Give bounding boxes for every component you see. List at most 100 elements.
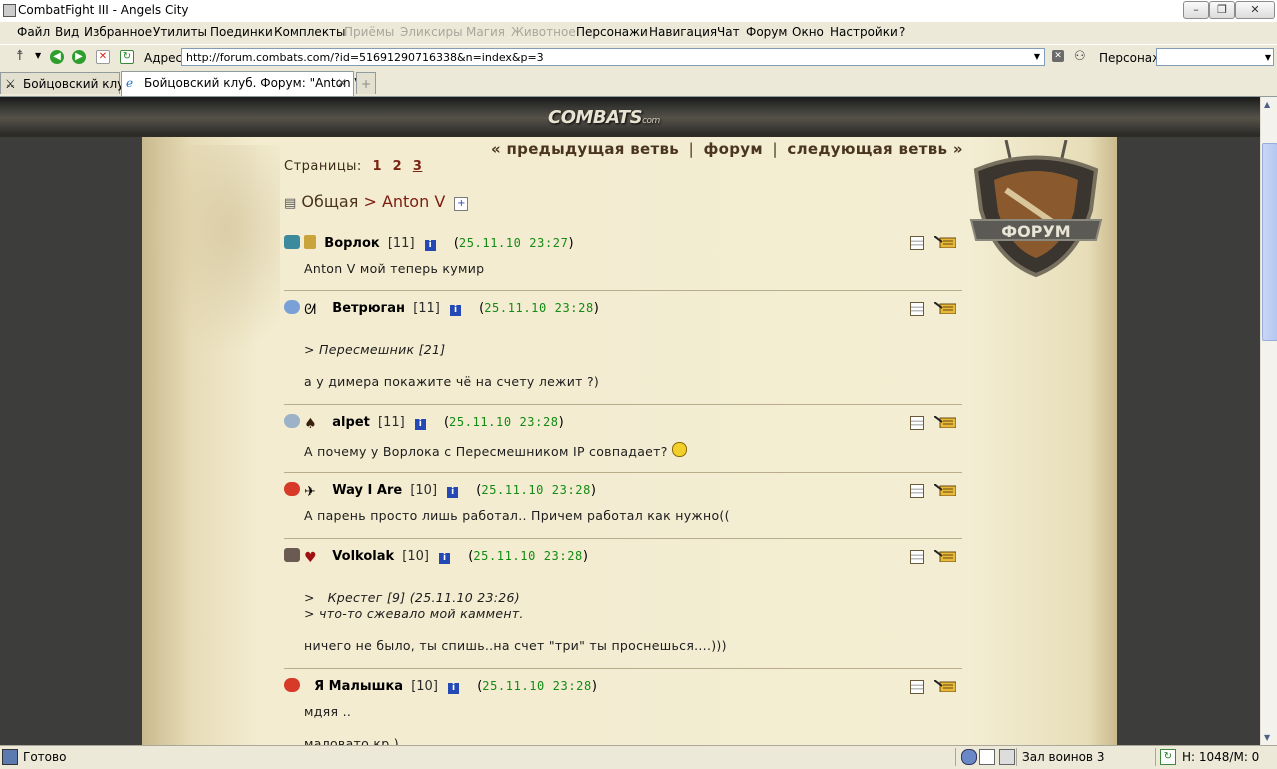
post-author[interactable]: Way I Are [332,483,402,498]
clock-icon[interactable] [961,749,977,765]
post-header: ✈ Way I Are [10] i (25.11.10 23:28) [284,482,596,502]
page-link-3[interactable]: 3 [413,159,423,174]
post-author[interactable]: Volkolak [332,549,394,564]
close-button[interactable]: ✕ [1235,1,1275,19]
info-icon[interactable]: i [448,683,460,694]
forum-post: ✈ Way I Are [10] i (25.11.10 23:28) А па… [284,482,962,539]
post-author[interactable]: Ворлок [324,236,379,251]
minimize-button[interactable]: – [1183,1,1209,19]
nav-separator: | [688,140,694,158]
reply-icon[interactable] [934,416,956,428]
post-author[interactable]: Я Малышка [314,679,403,694]
address-input[interactable] [181,48,1045,66]
stop-icon[interactable]: ✕ [96,50,110,64]
forum-emblem[interactable]: ФОРУМ [966,140,1106,278]
refresh-icon[interactable]: ↻ [120,50,134,64]
list-icon[interactable] [910,302,924,316]
forum-link[interactable]: форум [703,140,762,158]
info-icon[interactable]: i [447,487,459,498]
next-thread-link[interactable]: следующая ветвь » [787,140,962,158]
clear-icon[interactable]: ✕ [1052,50,1064,62]
post-author[interactable]: alpet [332,415,370,430]
list-icon[interactable] [910,236,924,250]
hooded-align-icon: ♠ [304,416,317,432]
reply-icon[interactable] [934,484,956,496]
persona-select[interactable]: ▼ [1156,48,1274,66]
page-link-1[interactable]: 1 [372,159,382,174]
vertical-scrollbar[interactable]: ▲ ▼ [1260,97,1277,745]
menu-techniques: Приёмы [344,25,395,39]
tab-combats-club[interactable]: ⚔ Бойцовский клуб [0,72,132,94]
menu-duels[interactable]: Поединки [210,25,273,39]
post-tools [910,484,960,500]
post-text: маловато кр ) [304,736,399,745]
info-icon[interactable]: i [424,240,436,251]
post-text: А парень просто лишь работал.. Причем ра… [304,508,730,523]
back-icon[interactable]: ◀ [50,50,64,64]
book-icon[interactable] [979,749,995,765]
pagination: Страницы: 1 2 3 [284,159,422,174]
gear-icon[interactable] [999,749,1015,765]
reply-icon[interactable] [934,550,956,562]
scroll-down-icon[interactable]: ▼ [1264,733,1270,742]
menu-forum[interactable]: Форум [746,25,787,39]
prev-thread-link[interactable]: « предыдущая ветвь [491,140,679,158]
list-icon[interactable] [910,680,924,694]
post-tools [910,302,960,318]
add-topic-icon[interactable]: + [454,197,469,211]
breadcrumb-section[interactable]: Общая [301,192,358,211]
list-icon[interactable] [910,416,924,430]
info-icon[interactable]: i [439,553,451,564]
reply-icon[interactable] [934,236,956,248]
post-author[interactable]: Ветрюган [332,301,405,316]
clan-icon [284,548,300,562]
info-icon[interactable]: i [450,305,462,316]
post-header: Я Малышка [10] i (25.11.10 23:28) [284,678,597,698]
menu-utilities[interactable]: Утилиты [153,25,207,39]
people-icon[interactable]: ⚇ [1074,50,1088,64]
menu-kits[interactable]: Комплекты [274,25,346,39]
post-date: (25.11.10 23:28) [479,301,599,316]
page-link-2[interactable]: 2 [393,159,403,174]
post-quote: > Крестег [9] (25.11.10 23:26) [304,590,520,605]
reply-icon[interactable] [934,302,956,314]
site-banner: COMBATScom [0,97,1260,137]
list-icon[interactable] [910,484,924,498]
align-icon [304,235,317,249]
breadcrumb: ▤ Общая > Anton V + [284,192,469,211]
menu-view[interactable]: Вид [55,25,79,39]
post-date: (25.11.10 23:28) [477,679,597,694]
menu-window[interactable]: Окно [792,25,824,39]
menu-favorites[interactable]: Избранное [84,25,152,39]
menu-characters[interactable]: Персонажи [576,25,648,39]
info-icon[interactable]: i [414,419,426,430]
list-icon[interactable] [910,550,924,564]
menu-magic: Магия [466,25,506,39]
menu-file[interactable]: Файл [17,25,50,39]
crossed-swords-icon: ⚔ [5,77,16,91]
maximize-button[interactable]: ❐ [1209,1,1235,19]
post-date: (25.11.10 23:27) [453,236,574,251]
refresh-icon[interactable]: ↻ [1160,749,1176,765]
status-bar: Готово Зал воинов 3 ↻ H: 1048/M: 0 [0,745,1277,769]
nav-separator: | [772,140,778,158]
document-icon: ▤ [284,196,297,211]
site-logo[interactable]: COMBATScom [548,107,718,133]
reply-icon[interactable] [934,680,956,692]
dropdown-arrow-icon[interactable]: ▼ [35,49,49,63]
menu-settings[interactable]: Настройки [830,25,898,39]
scroll-up-icon[interactable]: ▲ [1264,100,1270,109]
menu-help[interactable]: ? [899,25,905,39]
plus-icon: + [360,77,372,91]
address-dropdown-icon[interactable]: ▼ [1031,49,1043,65]
tab-forum-anton-v[interactable]: ℯ Бойцовский клуб. Форум: "Anton V" ✕ [121,71,368,96]
forward-icon[interactable]: ▶ [72,50,86,64]
menu-navigation[interactable]: Навигация [649,25,717,39]
close-tab-icon[interactable]: ✕ [337,72,347,94]
scroll-thumb[interactable] [1262,143,1277,341]
post-header: Ворлок [11] i (25.11.10 23:27) [284,235,574,255]
new-tab-button[interactable]: + [356,72,376,94]
pin-icon[interactable]: ☨ [16,49,30,63]
menu-chat[interactable]: Чат [717,25,740,39]
post-date: (25.11.10 23:28) [476,483,596,498]
